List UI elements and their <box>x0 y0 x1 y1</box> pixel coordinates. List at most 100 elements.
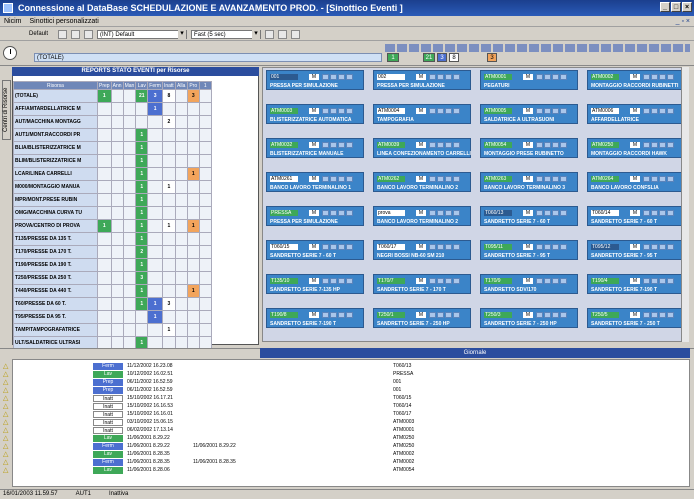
status-square <box>667 278 674 284</box>
status-square <box>453 312 460 318</box>
resource-card[interactable]: T095/11 M SANDRETTO SERIE 7 - 95 T <box>480 240 578 260</box>
close-button[interactable]: × <box>682 2 692 12</box>
column-header[interactable]: 1 <box>198 81 212 90</box>
config-select[interactable]: (INT) Default <box>97 29 187 39</box>
table-row[interactable]: T440/PRESSE DA 440 T. 1 1 <box>13 284 212 298</box>
log-row[interactable]: Prep 06/11/2002 16.52.59 001 <box>93 387 401 394</box>
log-row[interactable]: Lav 11/06/2001 8.28.35 ATM0002 <box>93 451 414 458</box>
refresh-select[interactable]: Fast (5 sec) <box>191 29 261 39</box>
status-square <box>659 244 666 250</box>
resource-name: T95/PRESSE DA 95 T. <box>13 310 98 324</box>
resource-card[interactable]: T135/10 M SANDRETTO SERIE 7-135 HP <box>266 274 364 294</box>
resource-card[interactable]: T190/8 M SANDRETTO SERIE 7-190 T <box>266 308 364 328</box>
synoptic-scrollbar[interactable] <box>681 67 689 342</box>
column-header[interactable]: Man <box>122 81 137 90</box>
table-row[interactable]: T250/PRESSE DA 250 T. 3 <box>13 271 212 285</box>
resource-card[interactable]: T250/5 M SANDRETTO SERIE 7 - 250 T <box>587 308 685 328</box>
table-row[interactable]: LCAR/LINEA CARRELLI 1 1 <box>13 167 212 181</box>
resource-card[interactable]: prova M BANCO LAVORO TERMINALINO 2 <box>373 206 471 226</box>
column-header[interactable]: Prep <box>97 81 112 90</box>
column-header[interactable]: Inatt <box>161 81 176 90</box>
save-icon[interactable] <box>84 29 93 39</box>
resource-card[interactable]: ATM0002 M MONTAGGIO RACCORDI RUBINETTI <box>587 70 685 90</box>
table-row[interactable]: M000/MONTAGGIO MANUA 1 1 <box>13 180 212 194</box>
column-header[interactable]: Risorsa <box>13 81 98 90</box>
status-square <box>429 312 436 318</box>
menu-item-nicim[interactable]: Nicim <box>4 16 22 26</box>
resource-card[interactable]: ATM0005 M SALDATRICE A ULTRASUONI <box>480 104 578 124</box>
table-row[interactable]: (TOTALE) 1 21 3 8 3 <box>13 89 212 103</box>
maximize-button[interactable]: □ <box>671 2 681 12</box>
table-row[interactable]: T95/PRESSE DA 95 T. 1 <box>13 310 212 324</box>
resource-card[interactable]: ATM0001 M PEGATURI <box>480 70 578 90</box>
resource-card[interactable]: ATM0039 M LINEA CONFEZIONAMENTO CARRELLI <box>373 138 471 158</box>
resource-card[interactable]: T060/14 M SANDRETTO SERIE 7 - 60 T <box>587 206 685 226</box>
resource-card[interactable]: ATM0262 M BANCO LAVORO TERMINALINO 2 <box>373 172 471 192</box>
resource-card[interactable]: T250/1 M SANDRETTO SERIE 7 - 250 HP <box>373 308 471 328</box>
status-square <box>445 244 452 250</box>
resource-card[interactable]: T060/15 M SANDRETTO SERIE 7 - 60 T <box>266 240 364 260</box>
table-row[interactable]: T170/PRESSE DA 170 T. 2 <box>13 245 212 259</box>
table-row[interactable]: AUT/MACCHINA MONTAGG 2 <box>13 115 212 129</box>
resource-card[interactable]: ATM0006 M AFFARDELLATRICE <box>587 104 685 124</box>
resource-card[interactable]: ATM0261 M BANCO LAVORO TERMINALINO 1 <box>266 172 364 192</box>
minimize-button[interactable]: _ <box>660 2 670 12</box>
table-row[interactable]: T190/PRESSE DA 190 T. 1 <box>13 258 212 272</box>
table-row[interactable]: AFF/AMTARDELLATRICE M 1 <box>13 102 212 116</box>
table-row[interactable]: BLIM/BLISTERIZZATRICE M 1 <box>13 154 212 168</box>
resource-card[interactable]: 002 M PRESSA PER SIMULAZIONE <box>373 70 471 90</box>
view-icon[interactable] <box>278 29 287 39</box>
log-row[interactable]: Ferm 11/06/2001 8.29.22 11/06/2001 8.29.22… <box>93 443 414 450</box>
count-cell <box>135 310 149 324</box>
print-icon[interactable] <box>71 29 80 39</box>
table-row[interactable]: PROVA/CENTRO DI PROVA 1 1 1 1 <box>13 219 212 233</box>
log-row[interactable]: Prep 06/11/2002 16.52.59 001 <box>93 379 401 386</box>
table-row[interactable]: OMG/MACCHINA CURVA TU 1 <box>13 206 212 220</box>
resource-card[interactable]: T060/13 M SANDRETTO SERIE 7 - 60 T <box>480 206 578 226</box>
state-badge: Ferm <box>93 459 123 466</box>
resource-card[interactable]: ATM0264 M BANCO LAVORO CONFSLIA <box>587 172 685 192</box>
log-row[interactable]: Inatt 15/10/2002 16.16.01 T060/17 <box>93 411 411 418</box>
column-header[interactable]: Lav <box>135 81 149 90</box>
column-header[interactable]: Ann <box>110 81 124 90</box>
log-row[interactable]: Ferm 11/12/2002 16.23.08 T060/13 <box>93 363 411 370</box>
column-header[interactable]: Alla <box>174 81 188 90</box>
log-row[interactable]: Lav 11/06/2001 8.28.06 ATM0054 <box>93 467 414 474</box>
log-row[interactable]: Lav 11/06/2001 8.29.22 ATM0250 <box>93 435 414 442</box>
table-row[interactable]: MPR/MONT.PRESE RUBIN 1 <box>13 193 212 207</box>
log-row[interactable]: Inatt 03/10/2002 15.06.15 ATM0003 <box>93 419 414 426</box>
side-tab[interactable]: Centri di Risorse <box>2 80 11 140</box>
resource-card[interactable]: T170/7 M SANDRETTO SERIE 7 - 170 T <box>373 274 471 294</box>
layout-icon[interactable] <box>58 29 67 39</box>
table-row[interactable]: T135/PRESSE DA 135 T. 1 <box>13 232 212 246</box>
resource-card[interactable]: ATM0032 M BLISTERIZZATRICE MANUALE <box>266 138 364 158</box>
table-row[interactable]: T60/PRESSE DA 60 T. 1 1 3 <box>13 297 212 311</box>
menu-item-sinottici[interactable]: Sinottici personalizzati <box>30 16 99 26</box>
table-row[interactable]: AUT1/MONT.RACCORDI PR 1 <box>13 128 212 142</box>
log-row[interactable]: Inatt 15/10/2002 16.16.53 T060/14 <box>93 403 411 410</box>
table-row[interactable]: BLIA/BLISTERIZZATRICE M 1 <box>13 141 212 155</box>
log-row[interactable]: Ferm 11/06/2001 8.28.35 11/06/2001 8.28.35… <box>93 459 414 466</box>
resource-card[interactable]: ATM0263 M BANCO LAVORO TERMINALINO 3 <box>480 172 578 192</box>
column-header[interactable]: Ferm <box>147 81 163 90</box>
end-date <box>193 411 393 418</box>
resource-card[interactable]: T170/9 M SANDRETTO SDV/170 <box>480 274 578 294</box>
table-row[interactable]: TAMP/TAMPOGRAFATRICE 1 <box>13 323 212 337</box>
resource-card[interactable]: ATM0004 M TAMPOGRAFIA <box>373 104 471 124</box>
resource-card[interactable]: T190/4 M SANDRETTO SERIE 7-190 T <box>587 274 685 294</box>
resource-card[interactable]: PRESSA M PRESSA PER SIMULAZIONE <box>266 206 364 226</box>
column-header[interactable]: Pro <box>186 81 200 90</box>
resource-card[interactable]: T250/3 M SANDRETTO SERIE 7 - 250 HP <box>480 308 578 328</box>
log-row[interactable]: Lav 10/12/2002 16.02.51 PRESSA <box>93 371 413 378</box>
log-row[interactable]: Inatt 06/02/2002 17.13.14 ATM0001 <box>93 427 414 434</box>
resource-card[interactable]: ATM0003 M BLISTERIZZATRICE AUTOMATICA <box>266 104 364 124</box>
settings-icon[interactable] <box>291 29 300 39</box>
check-icon[interactable] <box>265 29 274 39</box>
mdi-window-controls[interactable]: _ ▫ × <box>676 16 690 27</box>
resource-card[interactable]: ATM0250 M MONTAGGIO RACCORDI HAWK <box>587 138 685 158</box>
log-row[interactable]: Inatt 15/10/2002 16.17.21 T060/15 <box>93 395 411 402</box>
resource-card[interactable]: 001 M PRESSA PER SIMULAZIONE <box>266 70 364 90</box>
resource-card[interactable]: T095/12 M SANDRETTO SERIE 7 - 95 T <box>587 240 685 260</box>
resource-card[interactable]: T060/17 M NEGRI BOSSI NB-60 SM 210 <box>373 240 471 260</box>
resource-card[interactable]: ATM0054 M MONTAGGIO PRESE RUBINETTO <box>480 138 578 158</box>
